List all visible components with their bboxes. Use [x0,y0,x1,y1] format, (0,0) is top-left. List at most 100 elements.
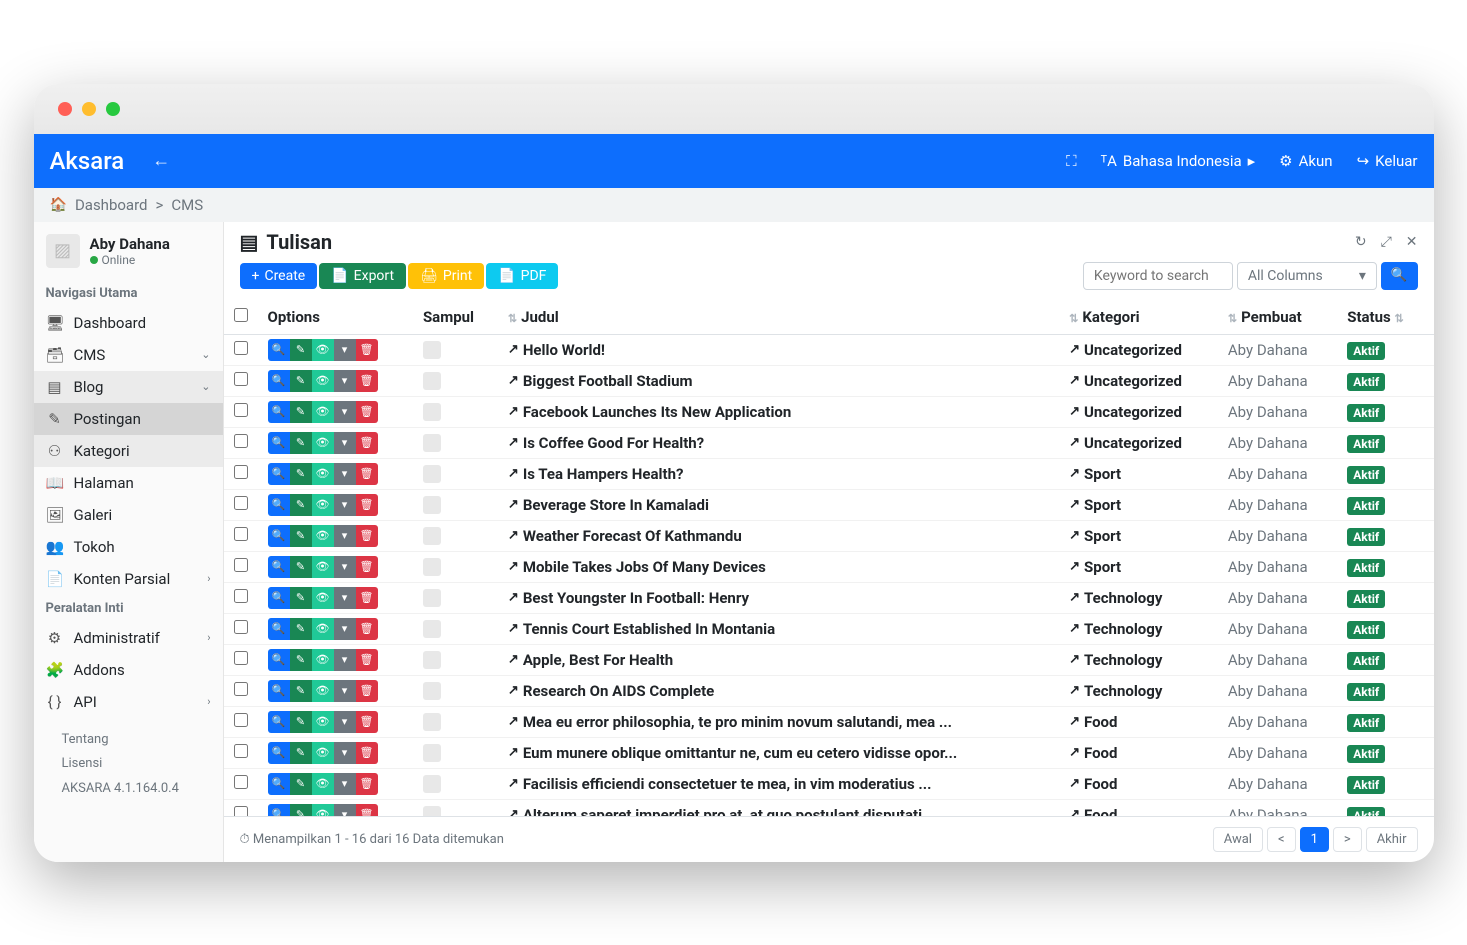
more-icon[interactable]: ▾ [334,649,356,671]
delete-icon[interactable]: 🗑 [356,432,378,454]
row-checkbox[interactable] [234,589,248,603]
sidebar-item-admin[interactable]: ⚙Administratif› [34,622,223,654]
page-current[interactable]: 1 [1300,827,1329,852]
pdf-button[interactable]: 📄PDF [486,263,558,289]
select-all-checkbox[interactable] [234,308,248,322]
sidebar-item-kategori[interactable]: ⚇Kategori [34,435,223,467]
page-first[interactable]: Awal [1213,827,1263,852]
edit-icon[interactable]: ✎ [290,370,312,392]
more-icon[interactable]: ▾ [334,432,356,454]
edit-icon[interactable]: ✎ [290,587,312,609]
search-input[interactable] [1083,262,1233,290]
row-checkbox[interactable] [234,558,248,572]
edit-icon[interactable]: ✎ [290,525,312,547]
judul-link[interactable]: ↗Biggest Football Stadium [508,372,1049,390]
edit-icon[interactable]: ✎ [290,773,312,795]
row-checkbox[interactable] [234,620,248,634]
edit-icon[interactable]: ✎ [290,742,312,764]
export-button[interactable]: 📄Export [319,263,406,289]
eye-icon[interactable]: 👁 [312,680,334,702]
view-icon[interactable]: 🔍 [268,711,290,733]
more-icon[interactable]: ▾ [334,742,356,764]
view-icon[interactable]: 🔍 [268,525,290,547]
row-checkbox[interactable] [234,682,248,696]
eye-icon[interactable]: 👁 [312,618,334,640]
kategori-link[interactable]: ↗Uncategorized [1069,403,1208,421]
row-checkbox[interactable] [234,341,248,355]
view-icon[interactable]: 🔍 [268,432,290,454]
view-icon[interactable]: 🔍 [268,494,290,516]
eye-icon[interactable]: 👁 [312,587,334,609]
delete-icon[interactable]: 🗑 [356,525,378,547]
view-icon[interactable]: 🔍 [268,587,290,609]
more-icon[interactable]: ▾ [334,370,356,392]
judul-link[interactable]: ↗Alterum saperet imperdiet pro at, at qu… [508,806,1049,816]
sidebar-item-api[interactable]: { }API› [34,686,223,718]
eye-icon[interactable]: 👁 [312,339,334,361]
more-icon[interactable]: ▾ [334,494,356,516]
delete-icon[interactable]: 🗑 [356,401,378,423]
edit-icon[interactable]: ✎ [290,711,312,733]
view-icon[interactable]: 🔍 [268,680,290,702]
back-arrow-icon[interactable]: ← [152,150,170,171]
more-icon[interactable]: ▾ [334,556,356,578]
eye-icon[interactable]: 👁 [312,804,334,816]
close-icon[interactable]: ✕ [1406,234,1418,250]
sidebar-item-addons[interactable]: 🧩Addons [34,654,223,686]
judul-link[interactable]: ↗Apple, Best For Health [508,651,1049,669]
view-icon[interactable]: 🔍 [268,649,290,671]
page-last[interactable]: Akhir [1366,827,1418,852]
edit-icon[interactable]: ✎ [290,432,312,454]
delete-icon[interactable]: 🗑 [356,587,378,609]
delete-icon[interactable]: 🗑 [356,370,378,392]
edit-icon[interactable]: ✎ [290,463,312,485]
license-link[interactable]: Lisensi [62,752,195,777]
delete-icon[interactable]: 🗑 [356,711,378,733]
judul-link[interactable]: ↗Mobile Takes Jobs Of Many Devices [508,558,1049,576]
page-next[interactable]: > [1333,827,1362,852]
account-menu[interactable]: ⚙ Akun [1279,152,1332,170]
sidebar-item-tokoh[interactable]: 👥Tokoh [34,531,223,563]
judul-link[interactable]: ↗Mea eu error philosophia, te pro minim … [508,713,1049,731]
more-icon[interactable]: ▾ [334,618,356,640]
eye-icon[interactable]: 👁 [312,525,334,547]
kategori-link[interactable]: ↗Technology [1069,682,1208,700]
judul-link[interactable]: ↗Is Coffee Good For Health? [508,434,1049,452]
more-icon[interactable]: ▾ [334,680,356,702]
row-checkbox[interactable] [234,403,248,417]
page-prev[interactable]: < [1267,827,1296,852]
row-checkbox[interactable] [234,465,248,479]
row-checkbox[interactable] [234,775,248,789]
edit-icon[interactable]: ✎ [290,339,312,361]
sidebar-item-galeri[interactable]: 🖼Galeri [34,499,223,531]
col-pembuat[interactable]: ⇅Pembuat [1218,300,1337,335]
kategori-link[interactable]: ↗Food [1069,713,1208,731]
col-status[interactable]: Status ⇅ [1337,300,1433,335]
expand-icon[interactable]: ⤢ [1381,234,1392,250]
kategori-link[interactable]: ↗Technology [1069,651,1208,669]
sidebar-item-cms[interactable]: 🗃CMS⌄ [34,339,223,371]
sidebar-item-dashboard[interactable]: 🖥Dashboard [34,307,223,339]
close-window-icon[interactable] [58,102,72,116]
judul-link[interactable]: ↗Weather Forecast Of Kathmandu [508,527,1049,545]
more-icon[interactable]: ▾ [334,804,356,816]
eye-icon[interactable]: 👁 [312,711,334,733]
kategori-link[interactable]: ↗Sport [1069,558,1208,576]
edit-icon[interactable]: ✎ [290,401,312,423]
eye-icon[interactable]: 👁 [312,649,334,671]
row-checkbox[interactable] [234,527,248,541]
sidebar-item-konten[interactable]: 📄Konten Parsial› [34,563,223,595]
delete-icon[interactable]: 🗑 [356,494,378,516]
sidebar-item-halaman[interactable]: 📖Halaman [34,467,223,499]
search-button[interactable]: 🔍 [1381,262,1418,290]
more-icon[interactable]: ▾ [334,711,356,733]
about-link[interactable]: Tentang [62,728,195,753]
judul-link[interactable]: ↗Tennis Court Established In Montania [508,620,1049,638]
kategori-link[interactable]: ↗Technology [1069,589,1208,607]
delete-icon[interactable]: 🗑 [356,649,378,671]
row-checkbox[interactable] [234,806,248,816]
view-icon[interactable]: 🔍 [268,401,290,423]
fullscreen-toggle-icon[interactable]: ⛶ [1066,152,1077,170]
kategori-link[interactable]: ↗Sport [1069,527,1208,545]
kategori-link[interactable]: ↗Sport [1069,465,1208,483]
